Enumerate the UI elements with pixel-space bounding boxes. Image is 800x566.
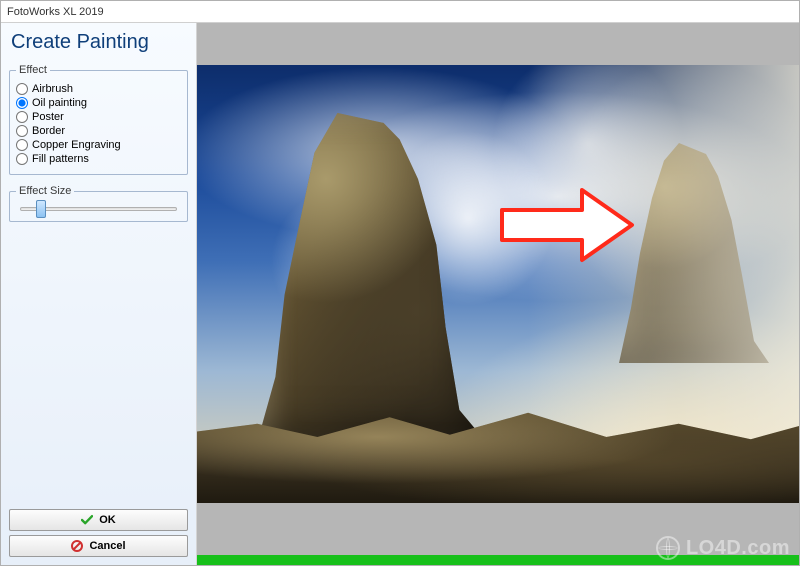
sidebar-spacer <box>9 232 188 509</box>
effect-radio-airbrush[interactable] <box>16 83 28 95</box>
page-title: Create Painting <box>11 31 188 54</box>
effect-option-border[interactable]: Border <box>16 124 181 138</box>
effect-label: Border <box>32 125 65 137</box>
effect-radio-copper-engraving[interactable] <box>16 139 28 151</box>
ok-button[interactable]: OK <box>9 509 188 531</box>
cancel-button[interactable]: Cancel <box>9 535 188 557</box>
preview-image <box>197 65 799 503</box>
effect-radio-fill-patterns[interactable] <box>16 153 28 165</box>
app-window: FotoWorks XL 2019 Create Painting Effect… <box>0 0 800 566</box>
window-title: FotoWorks XL 2019 <box>7 6 104 18</box>
effect-size-slider-wrap <box>16 203 181 213</box>
effect-option-copper-engraving[interactable]: Copper Engraving <box>16 138 181 152</box>
effect-radio-poster[interactable] <box>16 111 28 123</box>
cancel-icon <box>71 540 83 552</box>
effect-radio-oil-painting[interactable] <box>16 97 28 109</box>
progress-bar <box>197 555 799 565</box>
check-icon <box>81 514 93 526</box>
effect-label: Copper Engraving <box>32 139 121 151</box>
effect-label: Oil painting <box>32 97 87 109</box>
button-row: OK Cancel <box>9 509 188 557</box>
effect-label: Airbrush <box>32 83 73 95</box>
effect-size-legend: Effect Size <box>16 185 74 197</box>
arrow-right-icon <box>497 185 637 265</box>
effect-option-fill-patterns[interactable]: Fill patterns <box>16 152 181 166</box>
preview-area <box>197 23 799 565</box>
effect-option-oil-painting[interactable]: Oil painting <box>16 96 181 110</box>
effect-option-airbrush[interactable]: Airbrush <box>16 82 181 96</box>
progress-fill <box>197 555 799 565</box>
ok-label: OK <box>99 514 116 526</box>
cancel-label: Cancel <box>89 540 125 552</box>
preview-canvas[interactable] <box>197 23 799 555</box>
effect-label: Poster <box>32 111 64 123</box>
effect-legend: Effect <box>16 64 50 76</box>
sidebar: Create Painting Effect Airbrush Oil pain… <box>1 23 197 565</box>
effect-radio-border[interactable] <box>16 125 28 137</box>
effect-size-group: Effect Size <box>9 185 188 222</box>
title-bar[interactable]: FotoWorks XL 2019 <box>1 1 799 23</box>
content-area: Create Painting Effect Airbrush Oil pain… <box>1 23 799 565</box>
effect-option-poster[interactable]: Poster <box>16 110 181 124</box>
effect-size-slider[interactable] <box>20 207 177 211</box>
effect-label: Fill patterns <box>32 153 89 165</box>
effect-group: Effect Airbrush Oil painting Poster Bord… <box>9 64 188 175</box>
